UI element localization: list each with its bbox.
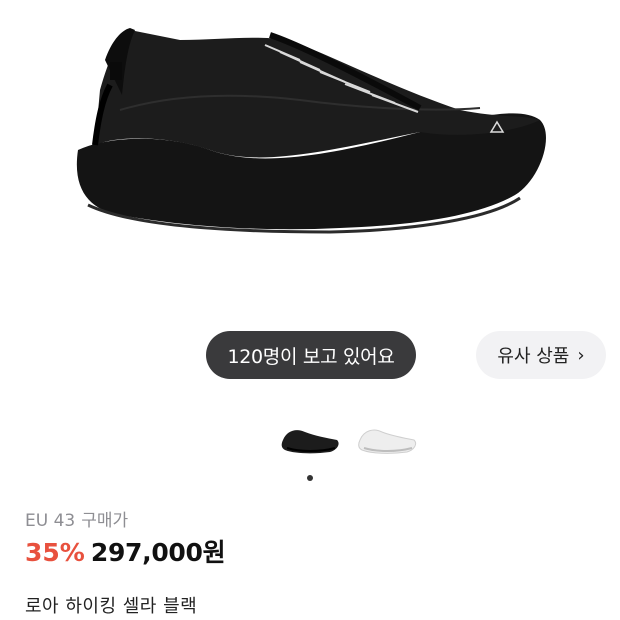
- similar-products-label: 유사 상품: [497, 346, 570, 367]
- product-hero-image[interactable]: [0, 0, 620, 320]
- price-line: 35% 297,000원: [25, 533, 226, 569]
- discount-rate: 35%: [25, 538, 85, 567]
- pagination-dot: [307, 475, 313, 481]
- viewers-count-label: 120명이 보고 있어요: [227, 345, 395, 368]
- thumbnail-white-variant[interactable]: [352, 420, 422, 460]
- product-name: 로아 하이킹 셀라 블랙: [25, 596, 198, 617]
- similar-products-button[interactable]: 유사 상품 ›: [476, 331, 606, 379]
- price: 297,000원: [90, 538, 226, 567]
- size-and-price-type: EU 43 구매가: [25, 506, 128, 531]
- price-type-label: 구매가: [81, 511, 129, 531]
- shoe-thumbnail-black: [281, 430, 339, 454]
- size-label: EU 43: [25, 511, 76, 531]
- shoe-thumbnail-white: [358, 429, 417, 454]
- viewers-count-pill: 120명이 보고 있어요: [206, 331, 416, 379]
- chevron-right-icon: ›: [577, 344, 585, 366]
- thumbnail-black-variant[interactable]: [275, 420, 345, 460]
- shoe-image: [76, 28, 546, 234]
